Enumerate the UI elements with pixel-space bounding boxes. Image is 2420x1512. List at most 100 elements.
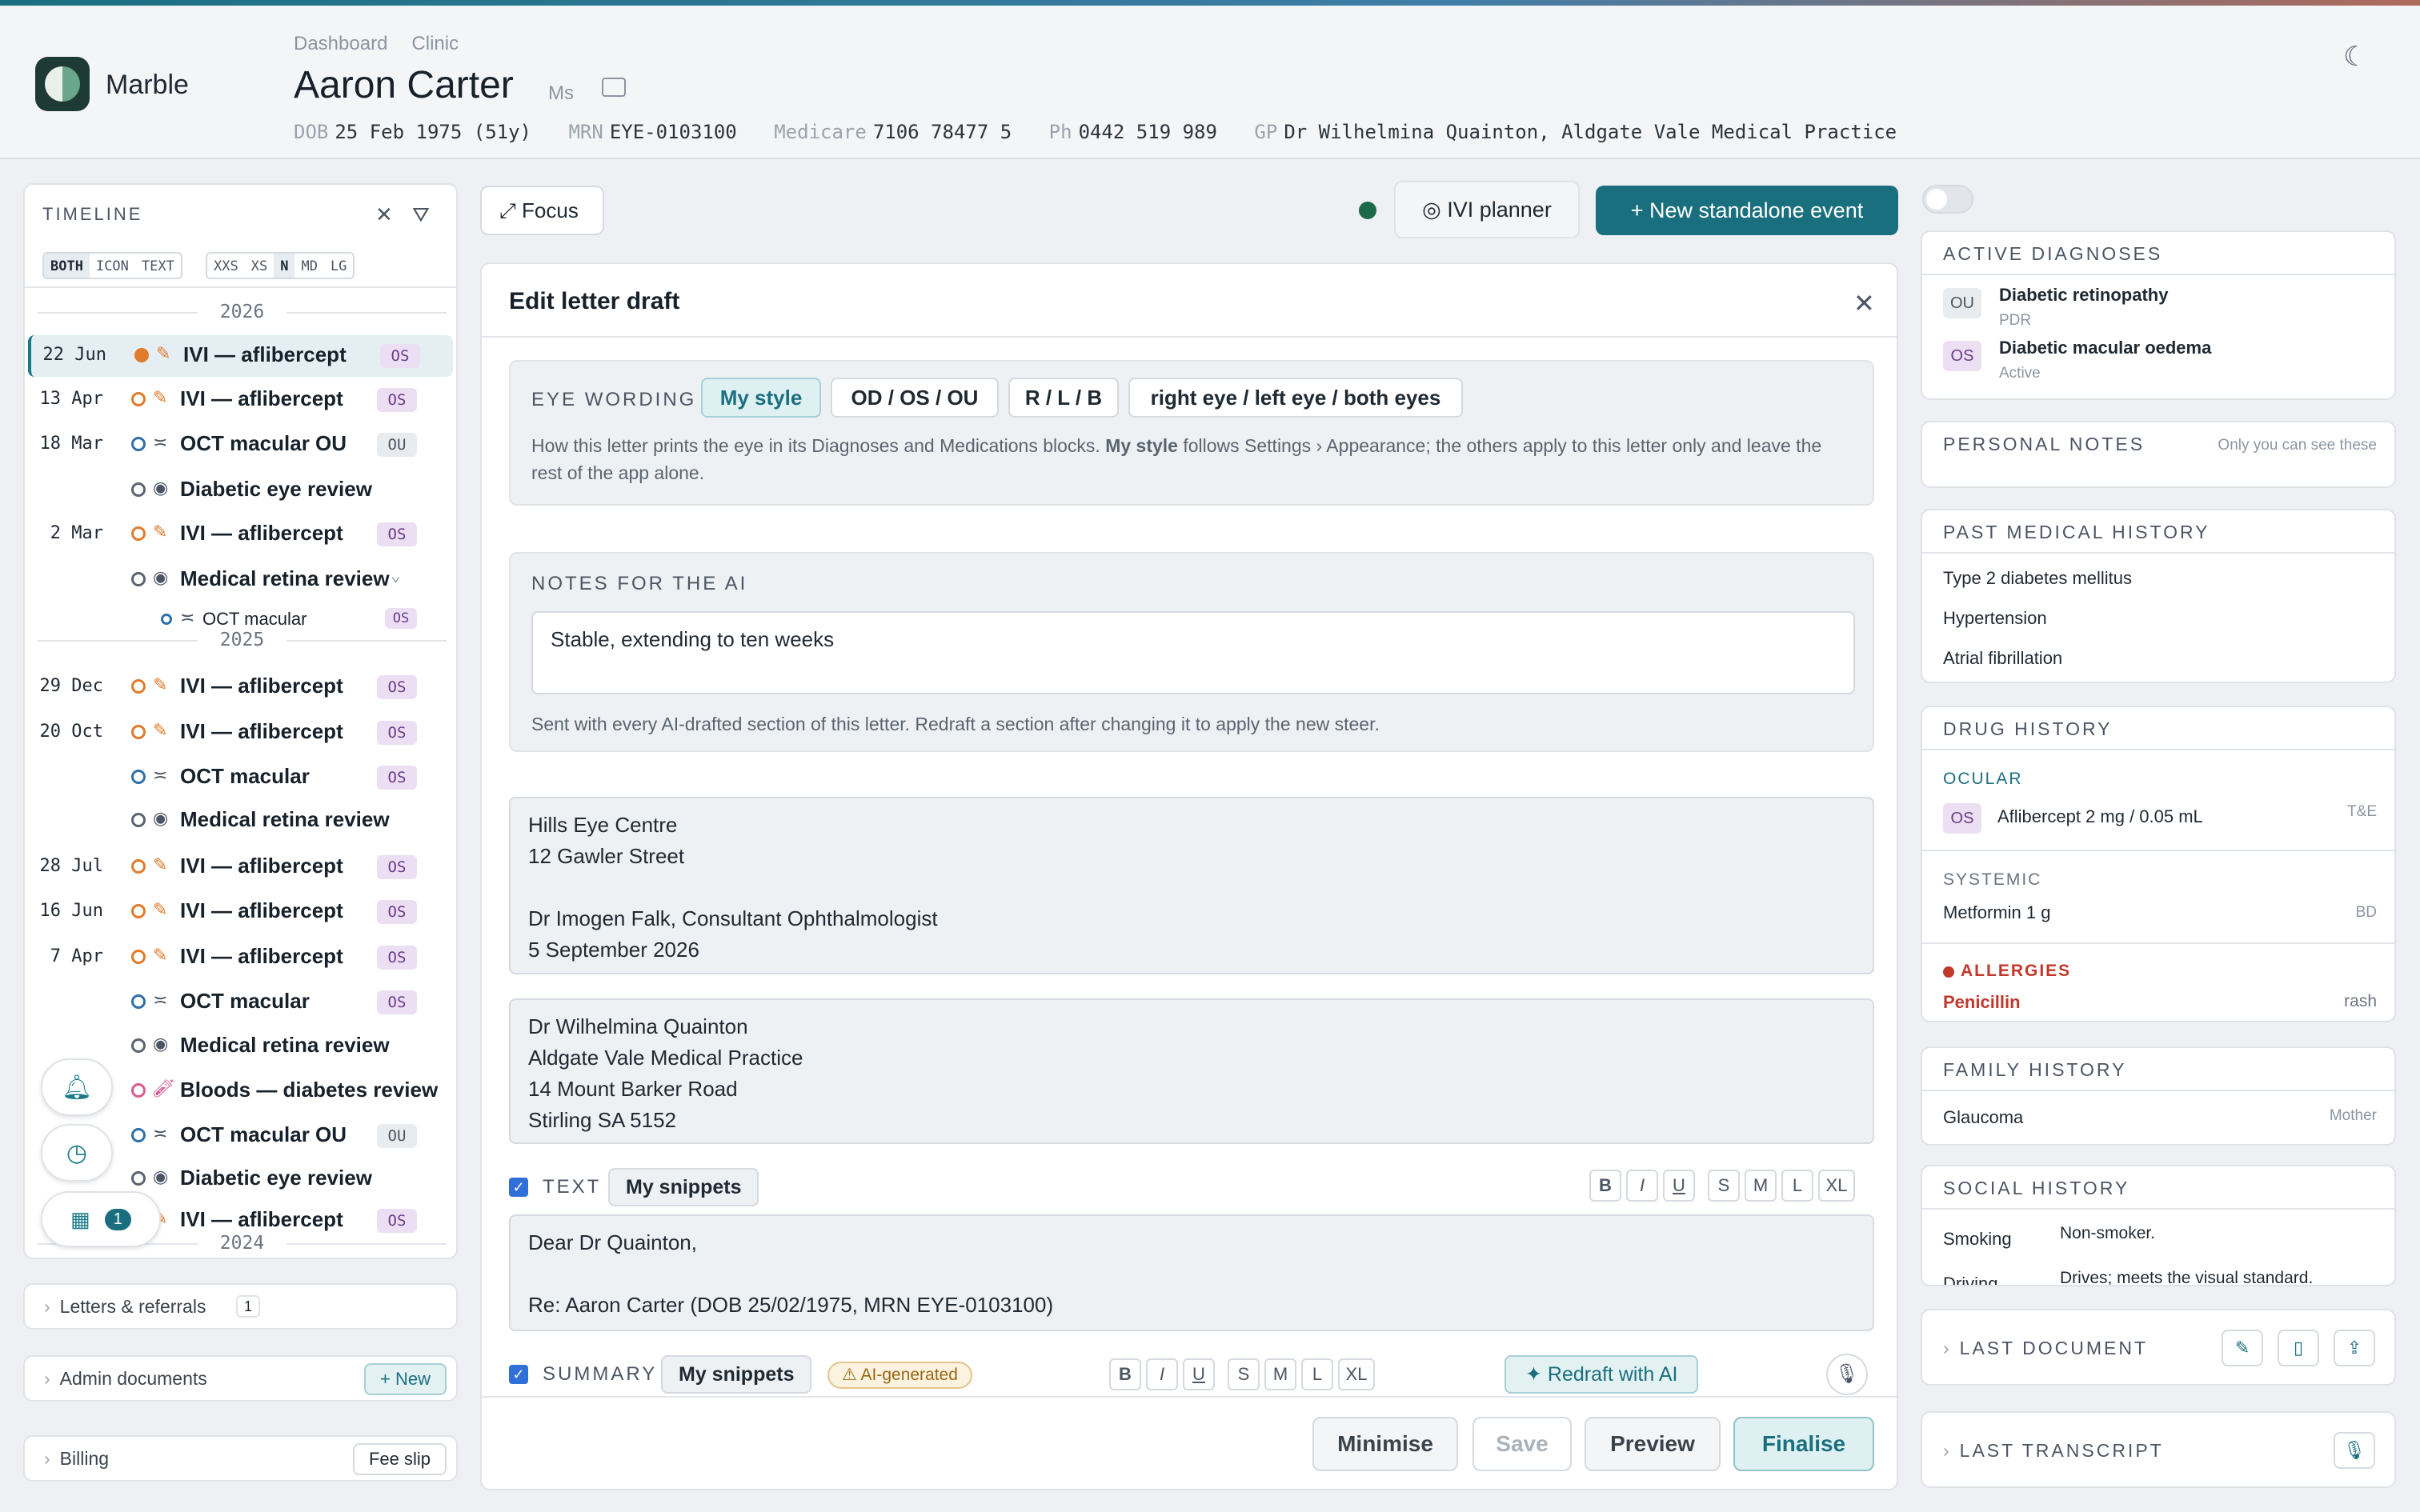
notes-textarea[interactable]: Stable, extending to ten weeks: [531, 611, 1855, 694]
calendar-button[interactable]: ▦ 1: [41, 1191, 161, 1247]
timeline-row[interactable]: ◉ Diabetic eye review: [25, 470, 456, 511]
size-m-button[interactable]: M: [1264, 1358, 1296, 1390]
timeline-row[interactable]: 20 Oct ✎ IVI — aflibercept OS: [25, 712, 456, 754]
last-transcript-label: LAST TRANSCRIPT: [1959, 1440, 2164, 1461]
underline-button[interactable]: U: [1183, 1358, 1215, 1390]
summary-snippets-button[interactable]: My snippets: [661, 1355, 812, 1394]
timeline-label: IVI — aflibercept: [183, 342, 347, 366]
timeline-row[interactable]: 18 Mar ≍ OCT macular OU OU: [25, 424, 456, 466]
card-title: SOCIAL HISTORY: [1943, 1178, 2130, 1198]
document-icon[interactable]: ▯: [2278, 1330, 2319, 1366]
last-transcript-card[interactable]: › LAST TRANSCRIPT 🎙︎: [1921, 1411, 2396, 1488]
new-standalone-event-button[interactable]: + New standalone event: [1596, 186, 1898, 235]
meta-key: MRN: [568, 121, 603, 143]
eye-badge: OS: [1943, 803, 1981, 834]
recipient-block-textarea[interactable]: Dr Wilhelmina Quainton Aldgate Vale Medi…: [509, 998, 1874, 1144]
timeline-row[interactable]: 22 Jun ✎ IVI — aflibercept OS: [28, 335, 453, 377]
letters-referrals-section[interactable]: Letters & referrals 1: [23, 1283, 458, 1330]
timeline-row[interactable]: ◉ Medical retina review ⌄: [25, 559, 456, 601]
timeline-row[interactable]: ≍ OCT macular OS: [25, 757, 456, 798]
edit-pencil-icon[interactable]: ✎: [2222, 1330, 2263, 1366]
size-xxs[interactable]: XXS: [207, 254, 245, 278]
timeline-row[interactable]: 29 Dec ✎ IVI — aflibercept OS: [25, 666, 456, 708]
fee-slip-button[interactable]: Fee slip: [352, 1443, 447, 1475]
eye-badge: OU: [1943, 288, 1981, 318]
diagnosis-sub: Active: [1999, 365, 2041, 382]
mode-both[interactable]: BOTH: [44, 254, 90, 278]
size-s-button[interactable]: S: [1228, 1358, 1260, 1390]
meta-gp: Dr Wilhelmina Quainton, Aldgate Vale Med…: [1284, 121, 1897, 143]
size-xs[interactable]: XS: [245, 254, 274, 278]
save-button[interactable]: Save: [1472, 1417, 1572, 1471]
admin-new-button[interactable]: + New: [364, 1363, 447, 1395]
diagnosis-name[interactable]: Diabetic macular oedema: [1999, 338, 2211, 358]
focus-button[interactable]: ⤢ Focus: [480, 186, 604, 235]
italic-button[interactable]: I: [1146, 1358, 1178, 1390]
text-checkbox[interactable]: ✓: [509, 1178, 528, 1197]
finalise-button[interactable]: Finalise: [1733, 1417, 1874, 1471]
dark-mode-moon-icon[interactable]: ☾: [2343, 41, 2367, 73]
eye-option-rlb[interactable]: R / L / B: [1008, 378, 1119, 418]
microphone-icon[interactable]: 🎙︎: [2334, 1432, 2375, 1469]
meta-phone: 0442 519 989: [1078, 121, 1217, 143]
collapse-icon[interactable]: ✕: [375, 202, 393, 227]
mode-text[interactable]: TEXT: [135, 254, 181, 278]
expand-chevron-icon[interactable]: ⌄: [377, 566, 401, 586]
pmh-item: Atrial fibrillation: [1943, 648, 2063, 668]
timeline-row[interactable]: 7 Apr ✎ IVI — aflibercept OS: [25, 937, 456, 978]
export-icon[interactable]: ⇪: [2334, 1330, 2375, 1366]
text-section-textarea[interactable]: Dear Dr Quainton, Re: Aaron Carter (DOB …: [509, 1214, 1874, 1331]
history-clock-icon[interactable]: ◷: [41, 1124, 113, 1182]
ivi-planner-button[interactable]: ◎ IVI planner: [1394, 181, 1580, 238]
diagnosis-name[interactable]: Diabetic retinopathy: [1999, 285, 2168, 306]
close-icon[interactable]: ✕: [1853, 288, 1875, 318]
breadcrumb-dashboard[interactable]: Dashboard: [294, 33, 387, 54]
minimise-button[interactable]: Minimise: [1312, 1417, 1458, 1471]
timeline-row[interactable]: 16 Jun ✎ IVI — aflibercept OS: [25, 891, 456, 933]
size-n[interactable]: N: [274, 254, 295, 278]
eye-option-words[interactable]: right eye / left eye / both eyes: [1128, 378, 1463, 418]
size-s-button[interactable]: S: [1708, 1170, 1740, 1202]
billing-section[interactable]: Billing Fee slip: [23, 1435, 458, 1482]
calendar-count: 1: [104, 1208, 131, 1230]
size-xl-button[interactable]: XL: [1338, 1358, 1375, 1390]
timeline-row[interactable]: ≍ OCT macular OS: [25, 982, 456, 1023]
timeline-row[interactable]: 13 Apr ✎ IVI — aflibercept OS: [25, 379, 456, 421]
eye-option-my-style[interactable]: My style: [701, 378, 821, 418]
personal-notes-card[interactable]: PERSONAL NOTES Only you can see these: [1921, 421, 2396, 488]
bold-button[interactable]: B: [1109, 1358, 1141, 1390]
last-document-card[interactable]: › LAST DOCUMENT ✎ ▯ ⇪: [1921, 1309, 2396, 1386]
preview-button[interactable]: Preview: [1585, 1417, 1721, 1471]
size-xl-button[interactable]: XL: [1818, 1170, 1855, 1202]
underline-button[interactable]: U: [1663, 1170, 1695, 1202]
notifications-bell-icon[interactable]: 🔔︎: [41, 1058, 113, 1116]
syringe-icon: ✎: [153, 720, 168, 740]
microphone-icon[interactable]: 🎙︎: [1826, 1354, 1868, 1395]
timeline-row[interactable]: 2 Mar ✎ IVI — aflibercept OS: [25, 514, 456, 555]
card-title: › LAST TRANSCRIPT: [1943, 1440, 2164, 1461]
sender-block-textarea[interactable]: Hills Eye Centre 12 Gawler Street Dr Imo…: [509, 797, 1874, 974]
admin-documents-section[interactable]: Admin documents + New: [23, 1355, 458, 1402]
ai-generated-badge: ⚠ AI-generated: [827, 1362, 972, 1389]
filter-icon[interactable]: ⛛: [412, 202, 430, 228]
text-snippets-button[interactable]: My snippets: [608, 1168, 759, 1206]
size-m-button[interactable]: M: [1745, 1170, 1777, 1202]
summary-checkbox[interactable]: ✓: [509, 1365, 528, 1384]
card-title: FAMILY HISTORY: [1943, 1059, 2127, 1080]
timeline-row[interactable]: 28 Jul ✎ IVI — aflibercept OS: [25, 846, 456, 888]
marble-logo[interactable]: [35, 57, 90, 111]
breadcrumb-clinic[interactable]: Clinic: [411, 33, 459, 54]
syringe-icon: ✎: [153, 522, 168, 542]
size-l-button[interactable]: L: [1301, 1358, 1333, 1390]
redraft-with-ai-button[interactable]: ✦ Redraft with AI: [1504, 1355, 1699, 1394]
italic-button[interactable]: I: [1626, 1170, 1658, 1202]
size-md[interactable]: MD: [294, 254, 323, 278]
size-l-button[interactable]: L: [1781, 1170, 1813, 1202]
bold-button[interactable]: B: [1589, 1170, 1621, 1202]
size-lg[interactable]: LG: [324, 254, 353, 278]
eye-option-od-os-ou[interactable]: OD / OS / OU: [831, 378, 999, 418]
panel-toggle[interactable]: [1922, 185, 1973, 214]
mode-icon[interactable]: ICON: [90, 254, 135, 278]
id-card-icon[interactable]: [602, 78, 626, 97]
timeline-row[interactable]: ◉ Medical retina review: [25, 800, 456, 842]
